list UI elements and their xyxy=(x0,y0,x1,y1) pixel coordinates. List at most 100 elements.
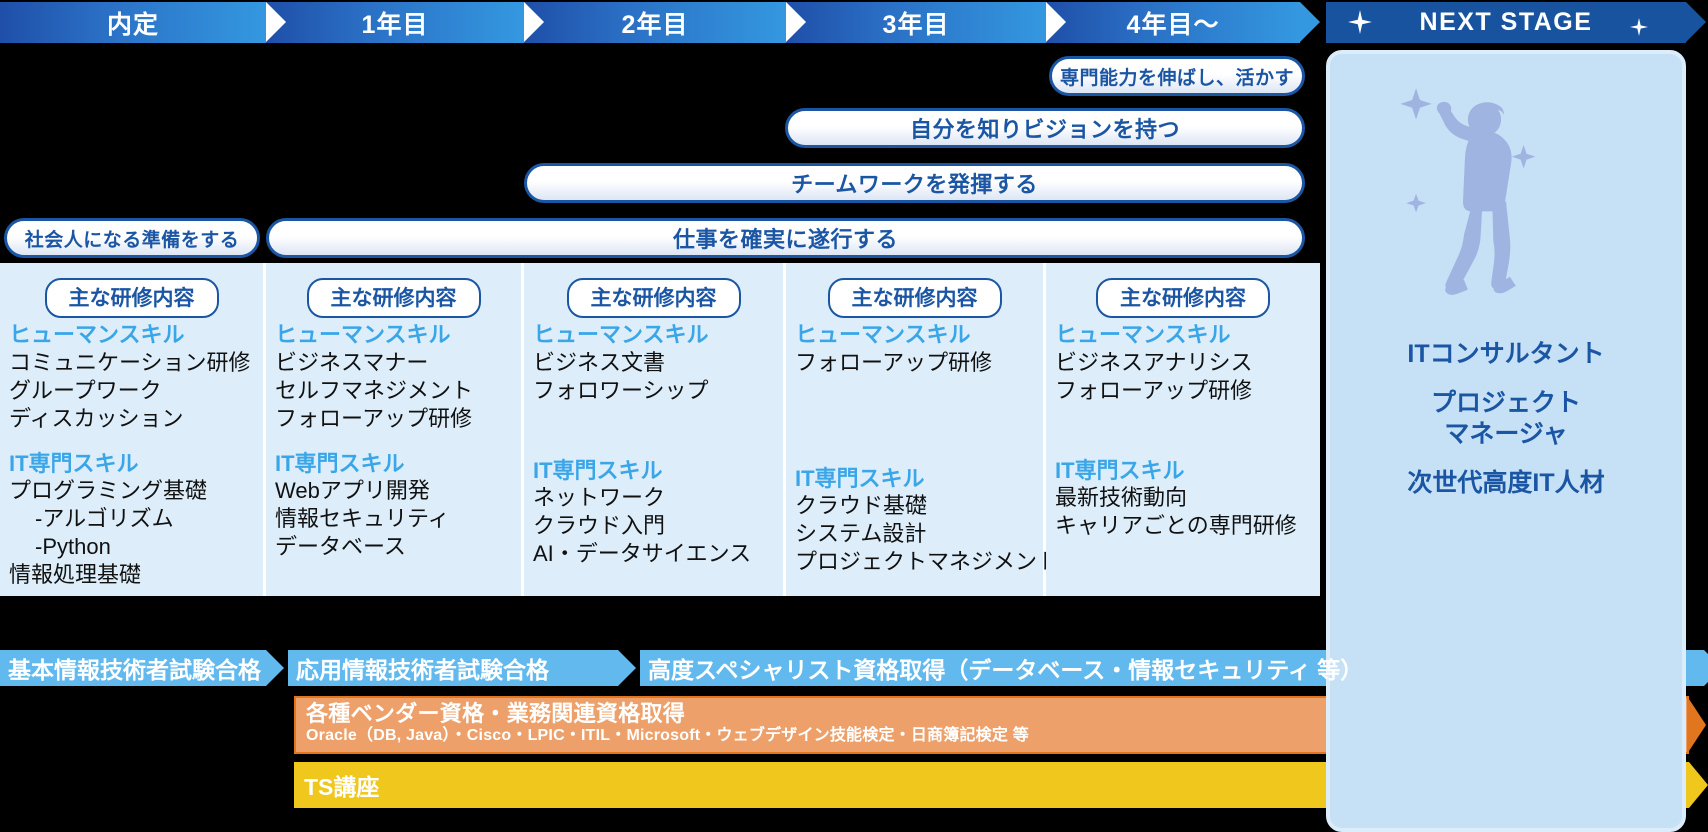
chevron-tip-icon xyxy=(1300,2,1320,42)
timeline-stage-label: 2年目 xyxy=(621,10,689,39)
chevron-notch-icon xyxy=(266,2,286,42)
skill-item: AI・データサイエンス xyxy=(533,541,752,567)
certification-label: 応用情報技術者試験合格 xyxy=(296,657,549,683)
timeline-stage-3[interactable]: 3年目 xyxy=(786,2,1066,43)
certification-label: 基本情報技術者試験合格 xyxy=(8,657,261,683)
skill-item: フォローアップ研修 xyxy=(275,405,473,431)
column-tag: 主な研修内容 xyxy=(1096,278,1270,318)
training-column-2: 主な研修内容 ヒューマンスキル ビジネス文書 フォロワーシップ IT専門スキル … xyxy=(524,263,786,596)
training-column-3: 主な研修内容 ヒューマンスキル フォローアップ研修 IT専門スキル クラウド基礎… xyxy=(786,263,1060,596)
skill-item: ビジネスマナー xyxy=(275,349,429,375)
skill-item: ビジネス文書 xyxy=(533,349,666,375)
career-roadmap-diagram: 内定 1年目 2年目 3年目 4年目～ NEXT STAGE 専門能力を伸ばし、… xyxy=(0,0,1708,832)
human-skill-heading: ヒューマンスキル xyxy=(275,322,451,347)
chevron-notch-icon xyxy=(1046,2,1066,42)
certification-label: 高度スペシャリスト資格取得（データベース・情報セキュリティ 等） xyxy=(648,657,1364,683)
skill-item: セルフマネジメント xyxy=(275,377,474,403)
column-body: ヒューマンスキル ビジネスアナリシス フォローアップ研修 IT専門スキル 最新技… xyxy=(1055,321,1314,540)
next-stage-card: ITコンサルタント プロジェクト マネージャ 次世代高度IT人材 xyxy=(1326,50,1686,832)
skill-item: ネットワーク xyxy=(533,485,666,511)
column-body: ヒューマンスキル ビジネスマナー セルフマネジメント フォローアップ研修 IT専… xyxy=(275,321,515,561)
celebrating-person-illustration xyxy=(1400,88,1536,295)
training-column-1: 主な研修内容 ヒューマンスキル ビジネスマナー セルフマネジメント フォローアッ… xyxy=(266,263,524,596)
role-it-consultant: ITコンサルタント xyxy=(1407,340,1605,368)
it-skill-heading: IT専門スキル xyxy=(9,450,139,476)
column-tag: 主な研修内容 xyxy=(827,278,1002,318)
training-column-0: 主な研修内容 ヒューマンスキル コミュニケーション研修 グループワーク ディスカ… xyxy=(0,263,266,596)
skill-item: データベース xyxy=(275,534,406,560)
human-skill-heading: ヒューマンスキル xyxy=(1055,322,1231,347)
goal-pill-label: 専門能力を伸ばし、活かす xyxy=(1059,67,1294,89)
column-body: ヒューマンスキル コミュニケーション研修 グループワーク ディスカッション IT… xyxy=(9,321,257,589)
goal-pill-label: 仕事を確実に遂行する xyxy=(672,227,898,252)
arrow-tip-icon xyxy=(618,650,636,686)
ts-course-label: TS講座 xyxy=(304,774,380,800)
it-skill-heading: IT専門スキル xyxy=(795,465,925,491)
column-tag: 主な研修内容 xyxy=(306,278,481,318)
skill-item: ディスカッション xyxy=(9,405,184,431)
skill-item: グループワーク xyxy=(9,377,162,403)
timeline-stage-label: 4年目～ xyxy=(1126,10,1220,39)
role-line-1: プロジェクト xyxy=(1430,389,1581,417)
chevron-tip-icon xyxy=(1686,2,1706,42)
goal-pill-2: チームワークを発揮する xyxy=(524,163,1305,203)
timeline-stage-1[interactable]: 1年目 xyxy=(266,2,544,43)
certification-bar-0: 基本情報技術者試験合格 xyxy=(0,650,284,686)
goal-pill-label: 社会人になる準備をする xyxy=(24,229,240,251)
it-skill-heading: IT専門スキル xyxy=(533,457,663,483)
skill-item: フォローアップ研修 xyxy=(1055,377,1253,403)
column-body: ヒューマンスキル ビジネス文書 フォロワーシップ IT専門スキル ネットワーク … xyxy=(533,321,777,568)
skill-item: フォローアップ研修 xyxy=(795,349,993,375)
role-project-manager: プロジェクト マネージャ xyxy=(1330,388,1682,450)
timeline-header: 内定 1年目 2年目 3年目 4年目～ xyxy=(0,2,1320,43)
goal-pill-4: 仕事を確実に遂行する xyxy=(266,218,1305,258)
skill-item: プロジェクトマネジメント xyxy=(795,549,1060,575)
skill-item: クラウド基礎 xyxy=(795,493,928,519)
skill-item: コミュニケーション研修 xyxy=(9,349,251,375)
arrow-tip-icon xyxy=(266,650,284,686)
skill-item: フォロワーシップ xyxy=(533,377,709,403)
timeline-stage-2[interactable]: 2年目 xyxy=(524,2,806,43)
skill-item: 情報セキュリティ xyxy=(275,506,450,532)
next-stage-header[interactable]: NEXT STAGE xyxy=(1326,2,1706,43)
timeline-stage-label: 内定 xyxy=(106,10,159,39)
human-skill-heading: ヒューマンスキル xyxy=(9,322,185,347)
timeline-stage-0[interactable]: 内定 xyxy=(0,2,286,43)
sparkle-icon xyxy=(1630,18,1648,36)
role-line-2: マネージャ xyxy=(1444,420,1568,448)
next-stage-label: NEXT STAGE xyxy=(1419,8,1593,36)
skill-item: -Python xyxy=(35,534,111,560)
goal-pill-3: 社会人になる準備をする xyxy=(4,218,260,258)
human-skill-heading: ヒューマンスキル xyxy=(795,322,971,347)
chevron-notch-icon xyxy=(786,2,806,42)
goal-pill-1: 自分を知りビジョンを持つ xyxy=(785,108,1305,148)
timeline-stage-label: 3年目 xyxy=(882,10,950,39)
timeline-stage-label: 1年目 xyxy=(361,10,429,39)
chevron-notch-icon xyxy=(524,2,544,42)
it-skill-heading: IT専門スキル xyxy=(1055,457,1185,483)
skill-item: -アルゴリズム xyxy=(35,506,174,532)
skill-item: Webアプリ開発 xyxy=(275,478,430,504)
human-skill-heading: ヒューマンスキル xyxy=(533,322,709,347)
training-column-4: 主な研修内容 ヒューマンスキル ビジネスアナリシス フォローアップ研修 IT専門… xyxy=(1046,263,1320,596)
skill-item: クラウド入門 xyxy=(533,513,666,539)
goal-pill-0: 専門能力を伸ばし、活かす xyxy=(1049,56,1305,96)
skill-item: 情報処理基礎 xyxy=(9,562,142,588)
sparkle-icon xyxy=(1348,10,1372,34)
skill-item: 最新技術動向 xyxy=(1055,485,1188,511)
column-body: ヒューマンスキル フォローアップ研修 IT専門スキル クラウド基礎 システム設計… xyxy=(795,321,1060,576)
timeline-stage-4[interactable]: 4年目～ xyxy=(1046,2,1320,43)
skill-item: システム設計 xyxy=(795,521,927,547)
arrow-tip-icon xyxy=(1689,762,1708,808)
arrow-tip-icon xyxy=(1687,695,1706,754)
it-skill-heading: IT専門スキル xyxy=(275,450,405,476)
goal-pill-label: 自分を知りビジョンを持つ xyxy=(909,117,1180,142)
arrow-tip-icon xyxy=(1704,650,1708,686)
goal-pill-label: チームワークを発揮する xyxy=(791,172,1038,197)
column-tag: 主な研修内容 xyxy=(44,278,219,318)
